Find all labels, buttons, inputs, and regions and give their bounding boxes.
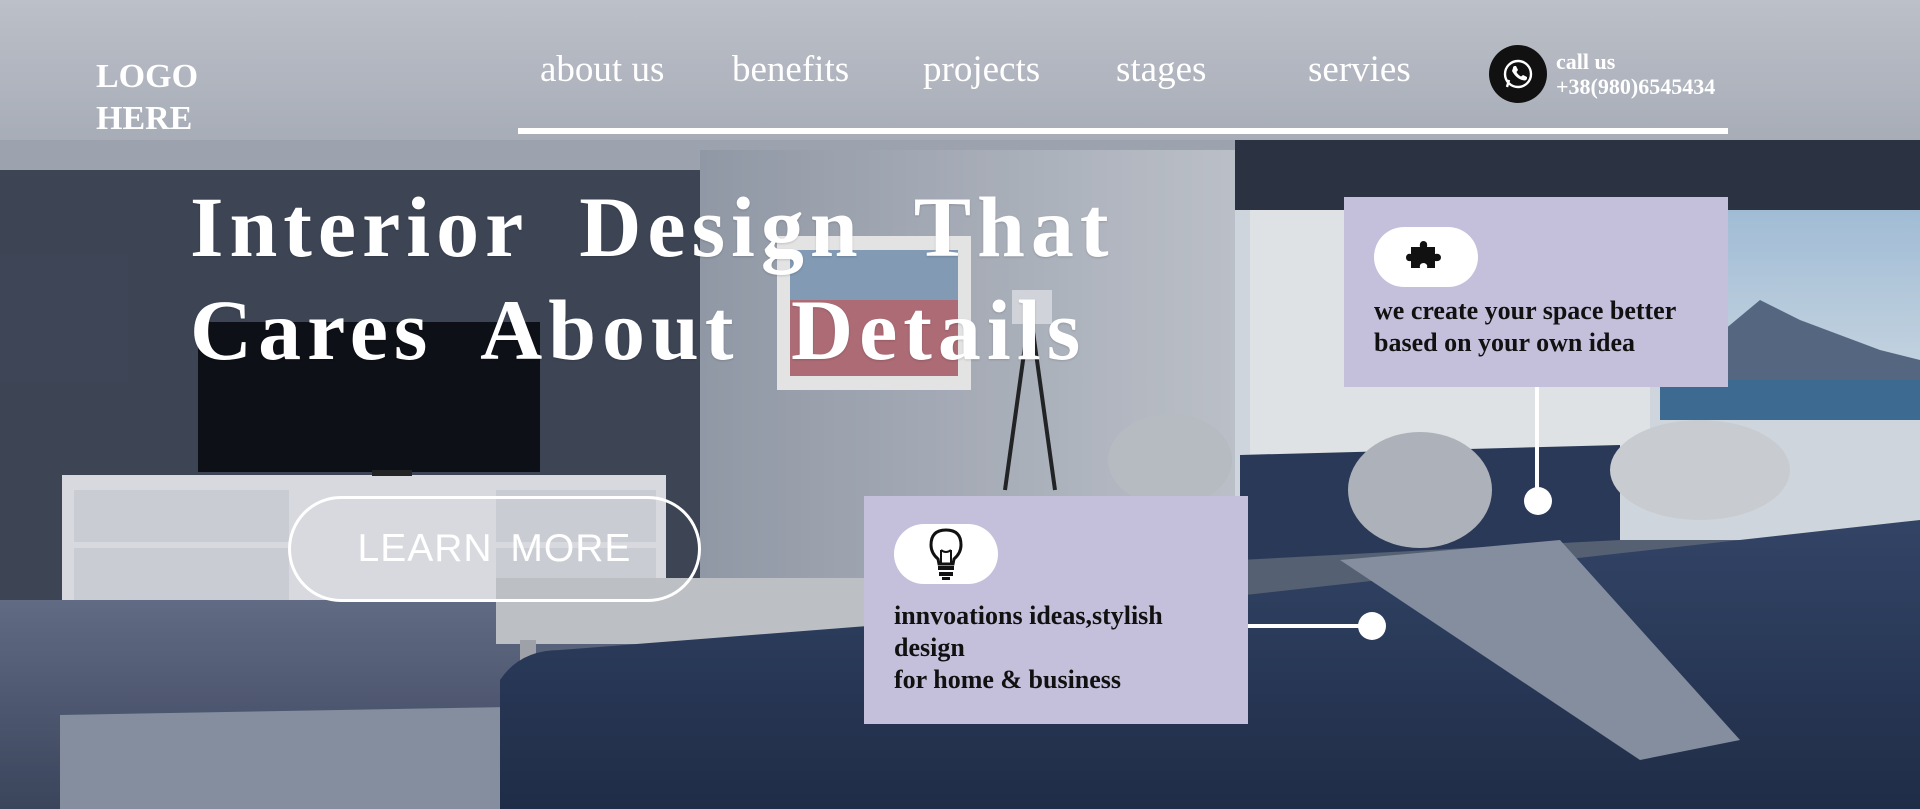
call-us-contact[interactable]: call us +38(980)6545434 <box>1556 50 1715 100</box>
lightbulb-icon <box>894 524 998 584</box>
nav-item-stages[interactable]: stages <box>1116 48 1206 91</box>
phone-number[interactable]: +38(980)6545434 <box>1556 74 1715 100</box>
feature-card-line: design <box>894 633 965 662</box>
feature-card-innovation: innvoations ideas,stylish design for hom… <box>864 496 1248 724</box>
site-logo[interactable]: LOGO HERE <box>96 56 198 140</box>
nav-item-benefits[interactable]: benefits <box>732 48 849 91</box>
feature-card-idea-text: we create your space better based on you… <box>1374 295 1676 359</box>
logo-line-1: LOGO <box>96 58 199 95</box>
learn-more-button[interactable]: LEARN MORE <box>288 496 701 602</box>
connector-dot <box>1524 487 1552 515</box>
nav-item-servies[interactable]: servies <box>1308 48 1411 91</box>
connector-line <box>1248 624 1372 628</box>
hero-heading-line-2: Cares About Details <box>190 282 1087 378</box>
hero-heading-line-1: Interior Design That <box>190 179 1115 275</box>
feature-card-line: based on your own idea <box>1374 328 1636 357</box>
puzzle-icon <box>1374 227 1478 287</box>
feature-card-line: we create your space better <box>1374 296 1677 325</box>
feature-card-line: innvoations ideas,stylish <box>894 601 1163 630</box>
connector-line <box>1535 387 1539 499</box>
nav-underline-divider <box>518 128 1728 134</box>
feature-card-innovation-text: innvoations ideas,stylish design for hom… <box>894 600 1163 696</box>
feature-card-idea: we create your space better based on you… <box>1344 197 1728 387</box>
whatsapp-icon[interactable] <box>1489 45 1547 103</box>
logo-line-2: HERE <box>96 100 193 137</box>
feature-card-line: for home & business <box>894 665 1122 694</box>
call-us-label: call us <box>1556 49 1616 74</box>
hero-heading: Interior Design That Cares About Details <box>190 176 1115 382</box>
nav-item-projects[interactable]: projects <box>923 48 1040 91</box>
connector-dot <box>1358 612 1386 640</box>
nav-item-about-us[interactable]: about us <box>540 48 664 91</box>
